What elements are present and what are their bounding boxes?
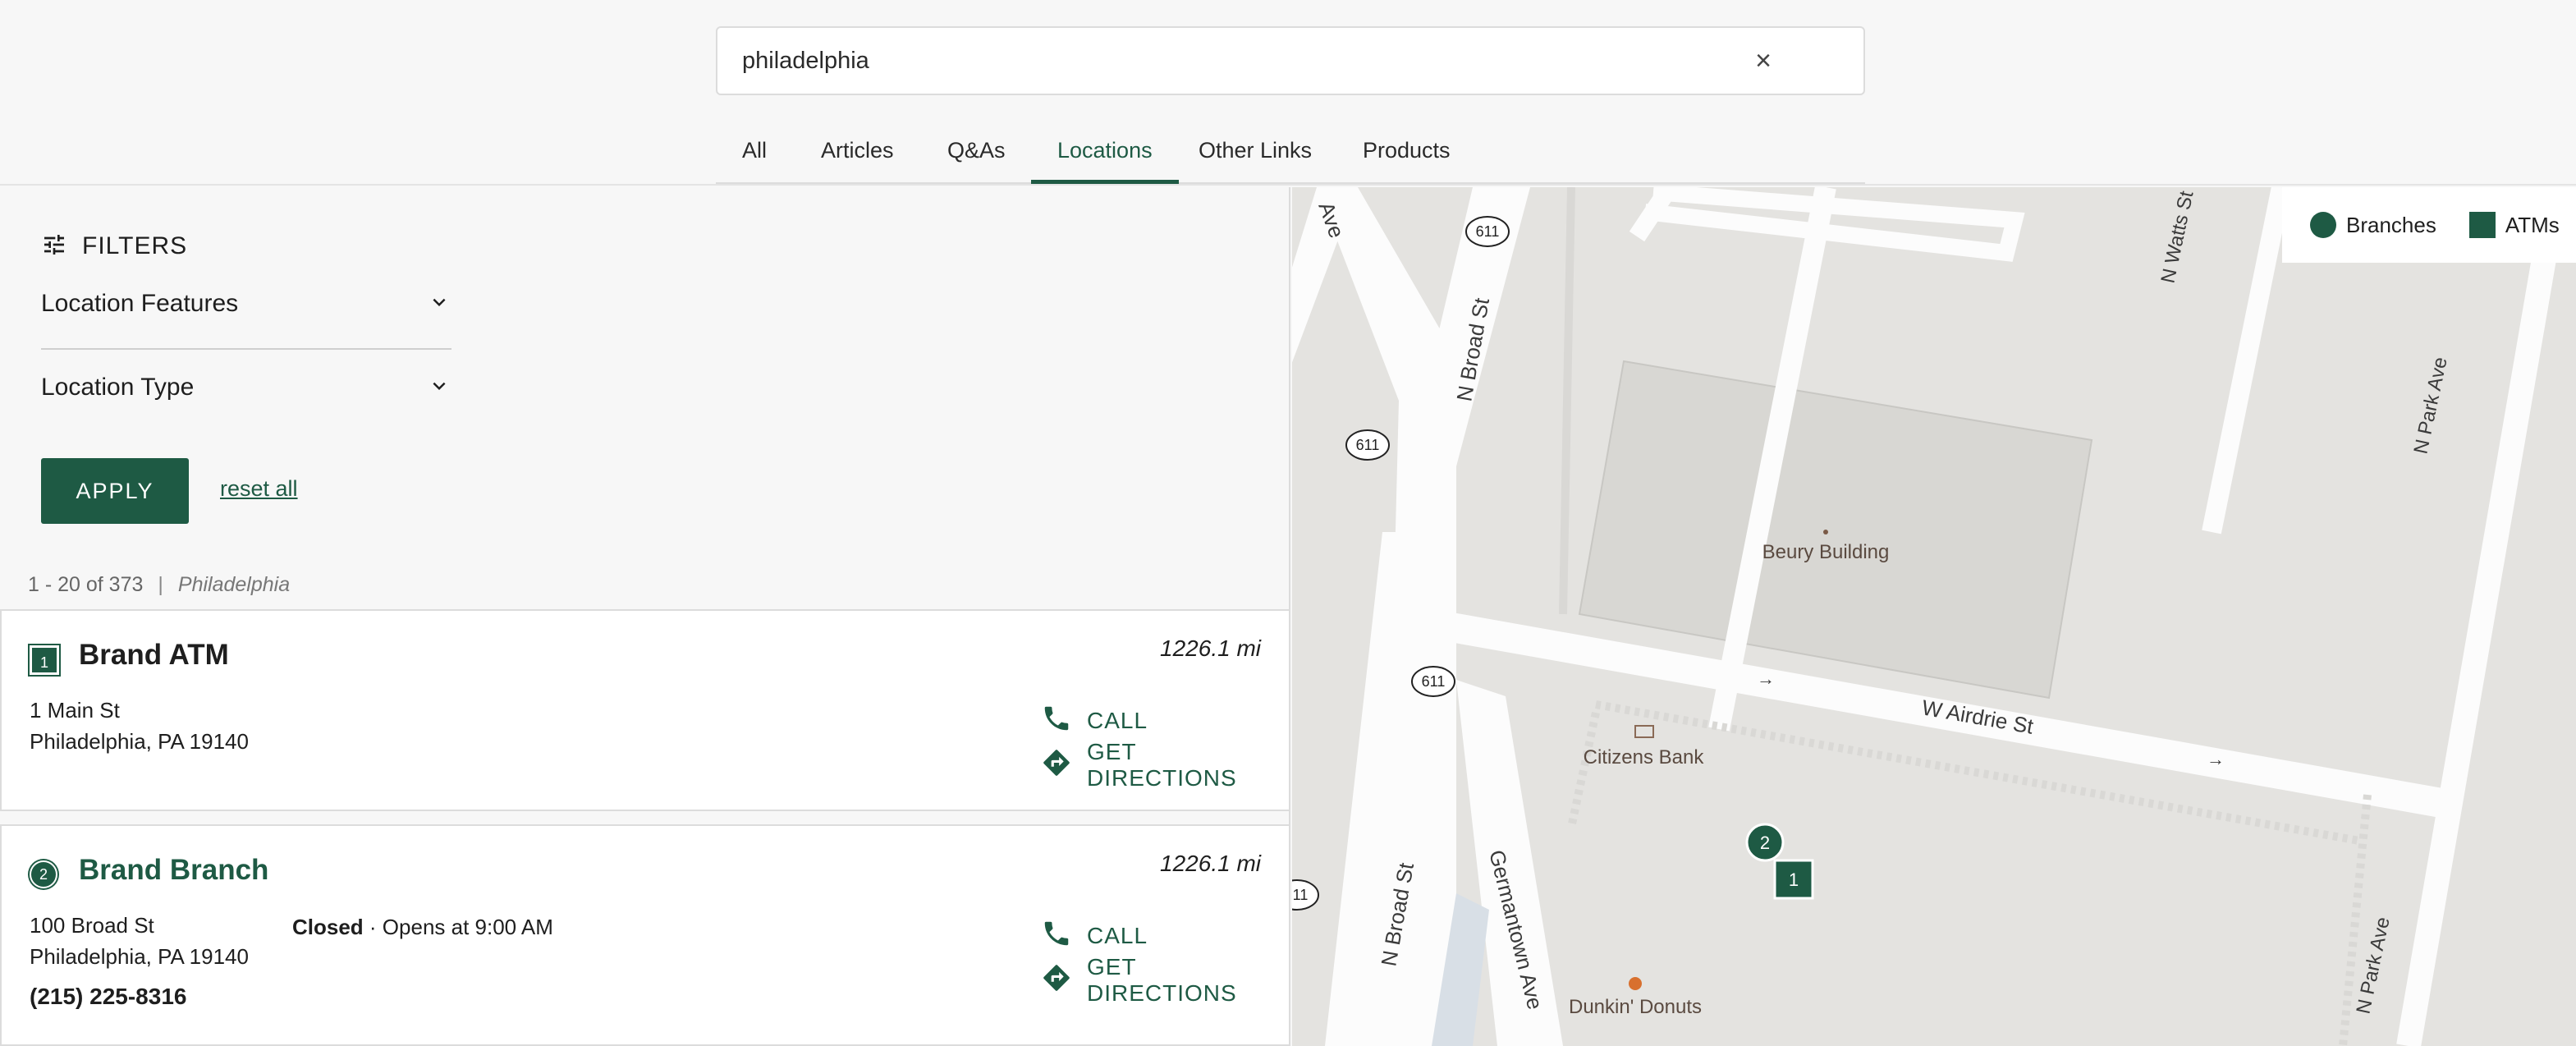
route-shield-label: 611 [1422, 673, 1446, 690]
get-directions-button[interactable]: GET DIRECTIONS [1041, 954, 1289, 1006]
search-box: × [716, 26, 1865, 95]
location-distance: 1226.1 mi [1160, 635, 1261, 661]
location-title[interactable]: Brand Branch [79, 854, 268, 887]
address-line-1: 1 Main St [30, 698, 120, 723]
filters-title: FILTERS [82, 232, 188, 259]
address-line-1: 100 Broad St [30, 913, 154, 938]
search-input[interactable] [742, 28, 1727, 94]
call-label: CALL [1087, 708, 1148, 733]
directions-icon [1041, 747, 1087, 784]
poi-label: Dunkin' Donuts [1569, 996, 1702, 1018]
legend-label: ATMs [2505, 212, 2560, 237]
branch-marker-badge: 2 [30, 860, 57, 888]
clear-search-icon[interactable]: × [1745, 43, 1781, 79]
route-shield-label: 611 [1476, 223, 1500, 240]
location-address: 100 Broad St Philadelphia, PA 19140 [30, 910, 249, 972]
open-status: Closed [292, 915, 364, 939]
header: × All Articles Q&As Locations Other Link… [0, 0, 2576, 186]
legend-atms: ATMs [2468, 212, 2560, 238]
one-way-arrow-icon: → [1757, 668, 1775, 689]
opens-at: · Opens at 9:00 AM [369, 915, 553, 939]
tab-articles[interactable]: Articles [821, 123, 894, 184]
location-title[interactable]: Brand ATM [79, 639, 229, 672]
reset-all-link[interactable]: reset all [220, 476, 298, 502]
directions-label: GET DIRECTIONS [1087, 739, 1237, 791]
tab-products[interactable]: Products [1363, 123, 1451, 184]
poi-dot-icon [1823, 530, 1828, 534]
location-address: 1 Main St Philadelphia, PA 19140 [30, 695, 249, 757]
phone-number[interactable]: (215) 225-8316 [30, 984, 186, 1010]
tab-qas[interactable]: Q&As [947, 123, 1006, 184]
poi-label: Citizens Bank [1584, 746, 1705, 768]
location-distance: 1226.1 mi [1160, 851, 1261, 876]
filters-header: FILTERS [41, 230, 187, 263]
atm-marker-badge: 1 [28, 644, 61, 677]
results-query: Philadelphia [177, 573, 291, 596]
coffee-icon [1629, 977, 1642, 990]
filter-location-features[interactable]: Location Features [41, 271, 451, 337]
filter-sliders-icon [41, 232, 67, 262]
separator: | [158, 573, 163, 596]
legend-branches: Branches [2310, 212, 2436, 238]
branch-circle-icon [2310, 212, 2336, 238]
tab-locations[interactable]: Locations [1031, 123, 1179, 184]
branch-marker-label: 2 [1760, 833, 1770, 853]
result-card-atm[interactable]: 1 Brand ATM 1226.1 mi 1 Main St Philadel… [0, 609, 1290, 811]
results-count: 1 - 20 of 373 [28, 573, 144, 596]
directions-icon [1041, 962, 1087, 999]
address-line-2: Philadelphia, PA 19140 [30, 944, 249, 969]
chevron-down-icon [427, 374, 451, 402]
result-card-branch[interactable]: 2 Brand Branch 1226.1 mi 100 Broad St Ph… [0, 824, 1290, 1046]
address-line-2: Philadelphia, PA 19140 [30, 729, 249, 754]
atm-square-icon [2468, 212, 2496, 238]
filter-label: Location Type [41, 374, 195, 401]
route-shield-label: 611 [1356, 437, 1380, 453]
one-way-arrow-icon: → [2207, 749, 2225, 769]
call-button[interactable]: CALL [1041, 704, 1148, 737]
call-label: CALL [1087, 923, 1148, 948]
map[interactable]: 611 611 611 11 Ave N Broad St N Broad St… [1292, 187, 2576, 1046]
divider [41, 348, 451, 350]
directions-label: GET DIRECTIONS [1087, 954, 1237, 1006]
phone-icon [1041, 703, 1087, 740]
results-panel: FILTERS Location Features Location Type … [0, 187, 1290, 1046]
atm-marker-label: 1 [1789, 869, 1799, 890]
search-tabs: All Articles Q&As Locations Other Links … [716, 123, 1865, 184]
results-summary: 1 - 20 of 373 | Philadelphia [28, 573, 290, 597]
filter-location-type[interactable]: Location Type [41, 355, 451, 420]
apply-button[interactable]: APPLY [41, 458, 189, 524]
call-button[interactable]: CALL [1041, 920, 1148, 952]
tab-other-links[interactable]: Other Links [1199, 123, 1312, 184]
hours-status: Closed · Opens at 9:00 AM [292, 915, 553, 940]
poi-label: Beury Building [1762, 541, 1890, 563]
map-legend: Branches ATMs [2282, 187, 2576, 263]
get-directions-button[interactable]: GET DIRECTIONS [1041, 739, 1289, 791]
filter-label: Location Features [41, 290, 239, 317]
legend-label: Branches [2346, 212, 2436, 237]
tab-all[interactable]: All [742, 123, 767, 184]
map-canvas[interactable]: 611 611 611 11 Ave N Broad St N Broad St… [1292, 187, 2576, 1046]
route-shield-label: 11 [1293, 887, 1309, 903]
chevron-down-icon [427, 290, 451, 319]
phone-icon [1041, 918, 1087, 955]
